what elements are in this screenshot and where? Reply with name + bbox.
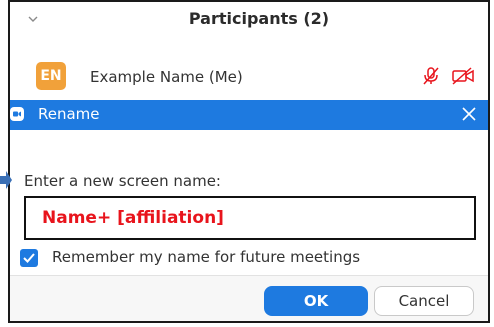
zoom-window: Participants (2) EN Example Name (Me) Re… xyxy=(8,0,490,323)
pointer-arrow-icon xyxy=(0,171,12,189)
zoom-app-icon xyxy=(10,107,24,121)
remember-name-label: Remember my name for future meetings xyxy=(52,248,361,266)
participants-title: Participants (2) xyxy=(188,9,330,28)
rename-dialog: Rename Enter a new screen name: Remember… xyxy=(10,100,488,321)
participant-row[interactable]: EN Example Name (Me) xyxy=(10,58,488,94)
dialog-titlebar: Rename xyxy=(10,100,488,130)
checkmark-icon xyxy=(23,253,35,263)
avatar: EN xyxy=(36,62,66,90)
video-off-icon[interactable] xyxy=(451,66,475,86)
participant-name: Example Name (Me) xyxy=(90,68,243,86)
participants-header: Participants (2) xyxy=(10,2,488,48)
screen-name-input[interactable] xyxy=(24,196,476,240)
dialog-footer: OK Cancel xyxy=(10,276,488,321)
close-icon[interactable] xyxy=(460,105,478,123)
ok-button[interactable]: OK xyxy=(264,286,368,316)
cancel-button[interactable]: Cancel xyxy=(374,286,474,316)
dialog-title: Rename xyxy=(38,105,100,123)
screen-name-prompt: Enter a new screen name: xyxy=(24,172,221,190)
mic-muted-icon[interactable] xyxy=(421,66,441,86)
remember-name-checkbox[interactable] xyxy=(20,249,38,267)
